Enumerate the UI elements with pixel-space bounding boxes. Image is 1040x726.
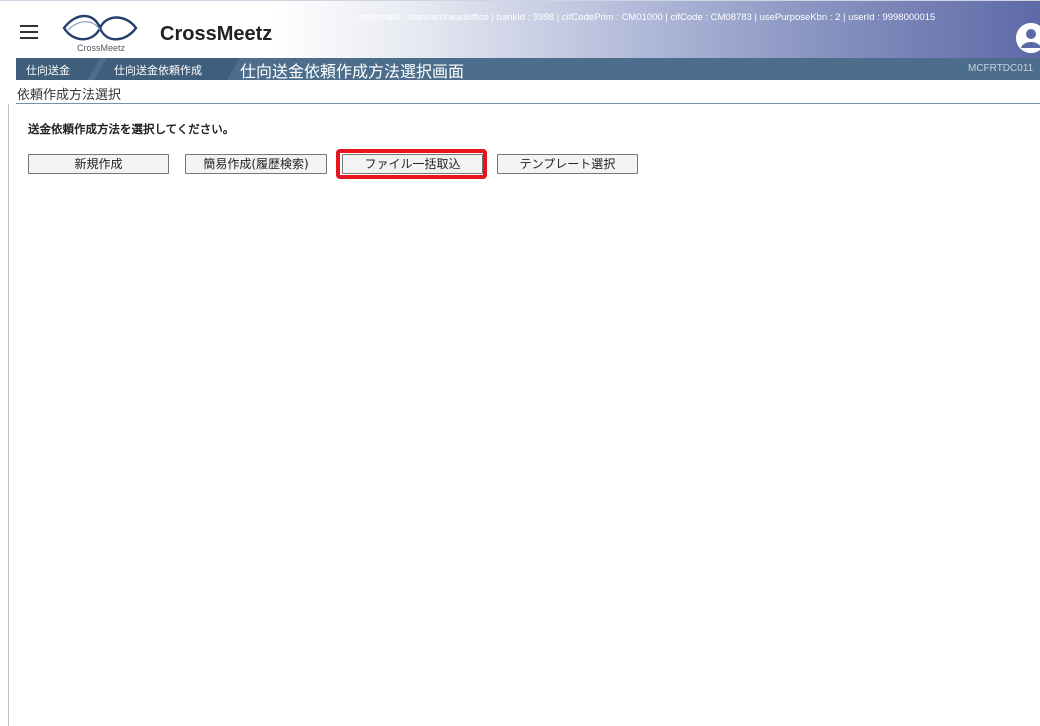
logo-text: CrossMeetz (76, 43, 125, 53)
hamburger-menu-icon[interactable] (20, 25, 38, 39)
content-area (8, 104, 1040, 726)
screen-id: MCFRTDC011 (968, 63, 1034, 74)
highlight-box (336, 149, 487, 179)
user-avatar-icon[interactable] (1016, 23, 1040, 53)
new-create-button[interactable]: 新規作成 (28, 154, 169, 174)
simple-create-history-button[interactable]: 簡易作成(履歴検索) (185, 154, 327, 174)
section-title: 依頼作成方法選択 (16, 84, 1040, 104)
breadcrumb-item-outward-remittance[interactable]: 仕向送金 (26, 62, 70, 78)
brand-name: CrossMeetz (160, 23, 273, 45)
breadcrumb-item-remittance-request[interactable]: 仕向送金依頼作成 (114, 62, 202, 78)
session-info: | schemaId : standardheadoffice | bankId… (354, 12, 936, 23)
breadcrumb: 仕向送金 仕向送金依頼作成 仕向送金依頼作成方法選択画面 MCFRTDC011 (16, 58, 1040, 81)
crossmeetz-logo: CrossMeetz (56, 12, 144, 54)
app-header: CrossMeetz CrossMeetz | schemaId : stand… (0, 0, 1040, 58)
instruction-text: 送金依頼作成方法を選択してください。 (28, 122, 235, 136)
template-select-button[interactable]: テンプレート選択 (497, 154, 638, 174)
page-title: 仕向送金依頼作成方法選択画面 (240, 62, 465, 81)
